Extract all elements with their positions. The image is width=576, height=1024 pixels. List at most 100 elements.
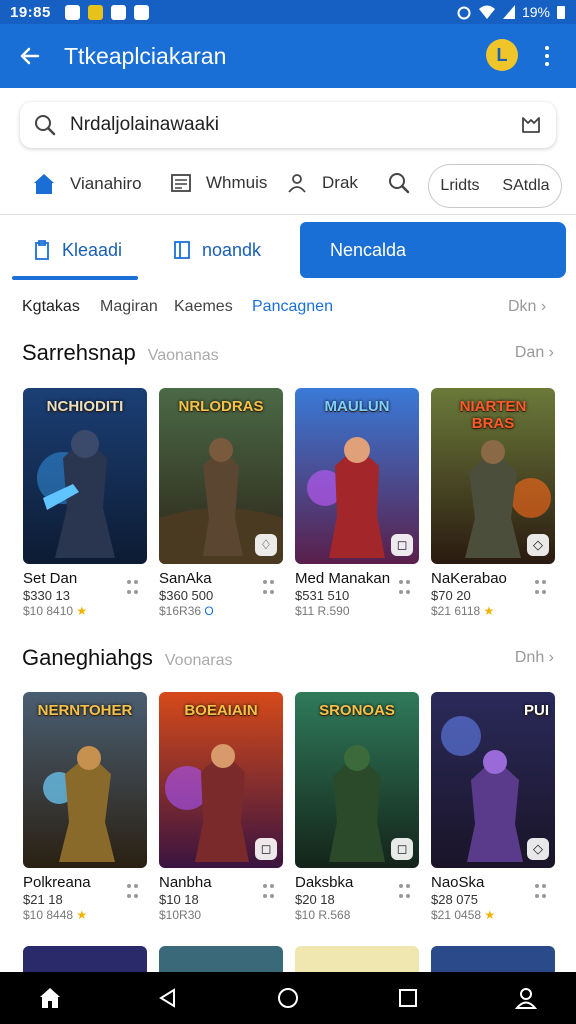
game-old-price-value: $16R36 — [159, 604, 202, 618]
card-menu-button[interactable] — [263, 580, 275, 596]
game-old-price: $21 0458 ★ — [431, 908, 555, 922]
game-cover-image: NCHIODITI — [23, 388, 147, 564]
game-cover-title: SRONOAS — [319, 702, 395, 719]
game-cover-image: PUI ◇ — [431, 692, 555, 868]
game-card[interactable]: NRLODRAS ♢ SanAka $360 500 $16R36 O — [159, 388, 283, 618]
game-card-peek[interactable] — [295, 946, 419, 972]
card-menu-button[interactable] — [535, 884, 547, 900]
section-title: Ganeghiahgs — [22, 645, 153, 670]
section-more-link[interactable]: Dan › — [515, 344, 554, 362]
platform-badge-icon: ◇ — [527, 534, 549, 556]
game-old-price: $16R36 O — [159, 604, 283, 618]
card-menu-button[interactable] — [399, 580, 411, 596]
quick-item-home[interactable]: Vianahiro — [32, 172, 142, 196]
game-card[interactable]: MAULUN ◻ Med Manakan $531 510 $11 R.590 — [295, 388, 419, 618]
clipboard-icon — [35, 240, 49, 260]
game-card[interactable]: NERNTOHER Polkreana $21 18 $10 8448 ★ — [23, 692, 147, 922]
segment-tabs: Kleaadi noandk Nencalda — [0, 222, 576, 282]
nav-profile-button[interactable] — [512, 984, 540, 1012]
section-title: Sarrehsnap — [22, 340, 136, 365]
search-input[interactable]: Nrdaljolainawaaki — [70, 114, 520, 136]
filter-chip-active[interactable]: Pancagnen — [252, 298, 333, 316]
filter-chip[interactable]: Magiran — [100, 298, 158, 316]
section-subtitle: Vaonanas — [147, 347, 219, 364]
home-icon — [40, 988, 60, 1008]
game-card[interactable]: SRONOAS ◻ Daksbka $20 18 $10 R.568 — [295, 692, 419, 922]
filter-chip[interactable]: Kaemes — [174, 298, 233, 316]
section-subtitle: Voonaras — [164, 652, 233, 669]
app-bar: Ttkeaplciakaran L — [0, 24, 576, 88]
page-title: Ttkeaplciakaran — [64, 42, 227, 69]
quick-item-profile[interactable]: Drak — [286, 172, 358, 194]
game-old-price: $11 R.590 — [295, 604, 419, 618]
section-more-link[interactable]: Dnh › — [515, 649, 554, 667]
game-card-peek[interactable] — [23, 946, 147, 972]
section-more-label: Dnh — [514, 649, 545, 666]
tab-kleaadi[interactable]: Kleaadi — [32, 222, 122, 278]
game-cover-title: NERNTOHER — [37, 702, 133, 719]
coin-icon[interactable]: L — [486, 39, 518, 71]
card-menu-button[interactable] — [263, 884, 275, 900]
game-cover-title: BOEAIAIN — [184, 702, 258, 719]
tab-noandk[interactable]: noandk — [172, 222, 261, 278]
square-icon — [399, 989, 417, 1007]
platform-badge-icon: ◻ — [255, 838, 277, 860]
platform-badge-icon: ◇ — [527, 838, 549, 860]
game-old-price-value: $10R30 — [159, 908, 202, 922]
game-card[interactable]: BOEAIAIN ◻ Nanbha $10 18 $10R30 — [159, 692, 283, 922]
view-toggle[interactable]: Lridts SAtdla — [428, 164, 562, 208]
person-icon — [514, 988, 538, 1009]
triangle-back-icon — [159, 988, 175, 1008]
nav-back-button[interactable] — [154, 984, 182, 1012]
more-menu-button[interactable] — [534, 40, 560, 72]
filter-more-label: Dkn — [508, 298, 537, 315]
card-menu-button[interactable] — [535, 580, 547, 596]
gift-icon[interactable] — [520, 114, 542, 136]
platform-badge-icon: ◻ — [391, 534, 413, 556]
card-menu-button[interactable] — [127, 884, 139, 900]
circle-icon — [278, 988, 298, 1008]
game-cover-title: PUI — [523, 702, 549, 719]
arrow-left-icon — [20, 47, 40, 65]
game-cover-image: NERNTOHER — [23, 692, 147, 868]
back-button[interactable] — [0, 24, 60, 88]
wifi-icon — [478, 5, 495, 19]
status-bar: 19:85 19% — [0, 0, 576, 24]
quick-search-button[interactable] — [388, 172, 410, 194]
status-time: 19:85 — [10, 3, 51, 21]
game-card[interactable]: PUI ◇ NaoSka $28 075 $21 0458 ★ — [431, 692, 555, 922]
view-toggle-right[interactable]: SAtdla — [502, 177, 549, 195]
filter-chip[interactable]: Kgtakas — [22, 298, 80, 316]
bottom-nav-bar — [0, 972, 576, 1024]
nav-recents-button[interactable] — [394, 984, 422, 1012]
game-cover-image: BOEAIAIN ◻ — [159, 692, 283, 868]
nav-home-circle-button[interactable] — [274, 984, 302, 1012]
quick-item-label: Drak — [322, 173, 358, 192]
game-old-price-value: $10 8448 — [23, 908, 74, 922]
game-old-price: $10 8448 ★ — [23, 908, 147, 922]
notification-icon — [87, 4, 103, 20]
book-icon — [174, 241, 190, 259]
game-card-peek[interactable] — [431, 946, 555, 972]
game-card[interactable]: NCHIODITI Set Dan $330 13 $10 8410 ★ — [23, 388, 147, 618]
user-icon — [288, 174, 306, 193]
section-more-label: Dan — [514, 344, 545, 361]
alarm-icon — [457, 6, 471, 20]
card-menu-button[interactable] — [399, 884, 411, 900]
game-cover-image: NRLODRAS ♢ — [159, 388, 283, 564]
game-card[interactable]: NIARTEN BRAS ◇ NaKerabao $70 20 $21 6118… — [431, 388, 555, 618]
view-toggle-left[interactable]: Lridts — [440, 177, 479, 195]
search-bar[interactable]: Nrdaljolainawaaki — [20, 102, 556, 148]
tab-nencalda[interactable]: Nencalda — [300, 222, 566, 278]
platform-badge-icon: ♢ — [255, 534, 277, 556]
divider — [0, 214, 576, 215]
battery-icon — [557, 6, 565, 19]
nav-home-button[interactable] — [36, 984, 64, 1012]
quick-item-list[interactable]: Whmuis — [170, 172, 267, 194]
game-card-peek[interactable] — [159, 946, 283, 972]
card-menu-button[interactable] — [127, 580, 139, 596]
star-icon: ★ — [484, 908, 496, 922]
section-header: Sarrehsnap Vaonanas Dan › — [22, 340, 556, 370]
active-tab-indicator — [12, 276, 138, 280]
filter-more[interactable]: Dkn › — [508, 298, 546, 316]
